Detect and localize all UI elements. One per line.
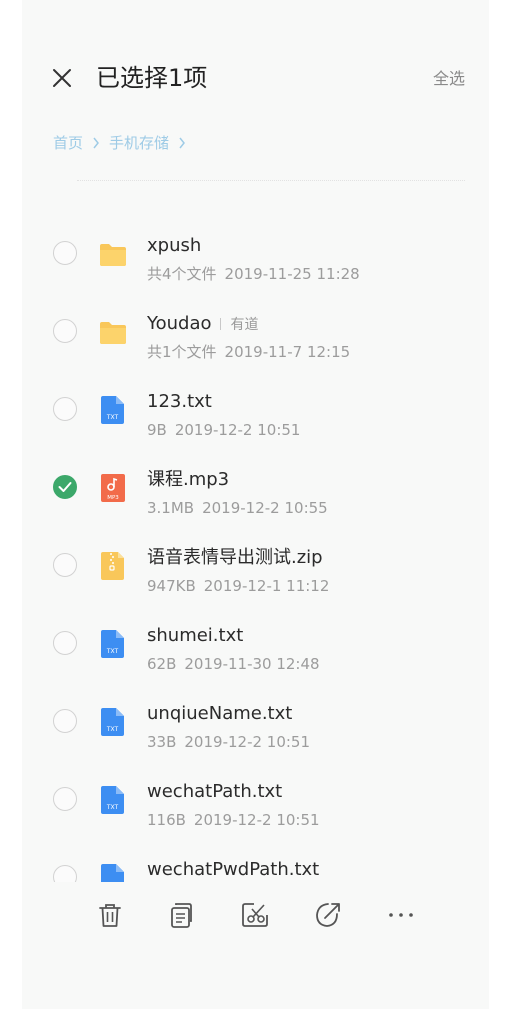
folder-icon	[100, 244, 126, 266]
file-date: 2019-12-2 10:55	[202, 499, 328, 517]
file-name: wechatPwdPath.txt	[147, 859, 320, 880]
file-meta: 3.1MB 2019-12-2 10:55	[147, 498, 328, 518]
file-size: 116B	[147, 811, 186, 829]
select-checkbox[interactable]	[53, 241, 77, 265]
share-icon	[316, 903, 340, 927]
file-manager-screen: 已选择1项 全选 首页 手机存储 xpush 共4个文件 2019-11-25 1…	[22, 0, 489, 1009]
list-item[interactable]: TXT wechatPath.txt 116B 2019-12-2 10:51	[22, 764, 489, 842]
txt-label: TXT	[106, 648, 119, 655]
file-size: 33B	[147, 733, 177, 751]
select-checkbox[interactable]	[53, 709, 77, 733]
txt-label: TXT	[106, 726, 119, 733]
divider	[77, 180, 465, 181]
file-date: 2019-12-2 10:51	[184, 733, 311, 751]
txt-file-icon: TXT	[101, 708, 124, 736]
file-name: 语音表情导出测试.zip	[147, 547, 323, 568]
list-item[interactable]: wechatPwdPath.txt	[22, 842, 489, 882]
close-button[interactable]	[50, 66, 74, 90]
file-size: 9B	[147, 421, 167, 439]
copy-icon	[171, 903, 192, 928]
checkmark-icon	[58, 482, 72, 492]
file-name: xpush	[147, 235, 202, 256]
file-size: 62B	[147, 655, 177, 673]
breadcrumb: 首页 手机存储	[53, 133, 195, 153]
list-item[interactable]: TXT shumei.txt 62B 2019-11-30 12:48	[22, 608, 489, 686]
select-checkbox-checked[interactable]	[53, 475, 77, 499]
page-title: 已选择1项	[96, 64, 208, 92]
file-date: 2019-11-7 12:15	[224, 343, 351, 361]
list-item[interactable]: xpush 共4个文件 2019-11-25 11:28	[22, 218, 489, 296]
file-list[interactable]: xpush 共4个文件 2019-11-25 11:28 Youdao 有道 共1个…	[22, 202, 489, 882]
more-button[interactable]	[386, 900, 416, 930]
file-date: 2019-11-30 12:48	[184, 655, 320, 673]
cut-icon	[242, 903, 268, 927]
tag-separator	[219, 318, 221, 330]
file-name: Youdao 有道	[147, 312, 259, 337]
file-date: 2019-12-1 11:12	[203, 577, 330, 595]
breadcrumb-home[interactable]: 首页	[53, 133, 83, 153]
list-item[interactable]: TXT 123.txt 9B 2019-12-2 10:51	[22, 374, 489, 452]
file-name: wechatPath.txt	[147, 781, 283, 802]
file-meta: 62B 2019-11-30 12:48	[147, 654, 320, 674]
select-checkbox[interactable]	[53, 397, 77, 421]
breadcrumb-phone-storage[interactable]: 手机存储	[109, 133, 169, 153]
select-all-button[interactable]: 全选	[433, 68, 465, 90]
file-meta: 33B 2019-12-2 10:51	[147, 732, 310, 752]
file-meta: 共1个文件 2019-11-7 12:15	[147, 342, 350, 362]
list-item[interactable]: TXT unqiueName.txt 33B 2019-12-2 10:51	[22, 686, 489, 764]
file-name: 123.txt	[147, 391, 212, 412]
file-date: 2019-11-25 11:28	[224, 265, 360, 283]
txt-file-icon: TXT	[101, 396, 124, 424]
copy-button[interactable]	[167, 900, 197, 930]
txt-file-icon: TXT	[101, 786, 124, 814]
file-meta: 947KB 2019-12-1 11:12	[147, 576, 329, 596]
file-size: 共4个文件	[147, 265, 217, 283]
txt-label: TXT	[106, 414, 119, 421]
file-size: 947KB	[147, 577, 196, 595]
mp3-label: MP3	[107, 495, 119, 501]
chevron-right-icon	[178, 137, 186, 149]
txt-file-icon: TXT	[101, 630, 124, 658]
file-name: 课程.mp3	[147, 469, 230, 490]
select-checkbox[interactable]	[53, 553, 77, 577]
trash-icon	[99, 904, 121, 927]
delete-button[interactable]	[95, 900, 125, 930]
zip-file-icon	[101, 552, 124, 580]
more-icon	[389, 913, 413, 917]
file-meta: 9B 2019-12-2 10:51	[147, 420, 300, 440]
select-checkbox[interactable]	[53, 787, 77, 811]
file-meta: 共4个文件 2019-11-25 11:28	[147, 264, 360, 284]
file-name-text: Youdao	[147, 313, 212, 334]
file-date: 2019-12-2 10:51	[193, 811, 320, 829]
txt-file-icon	[101, 864, 124, 882]
list-item[interactable]: 语音表情导出测试.zip 947KB 2019-12-1 11:12	[22, 530, 489, 608]
file-size: 3.1MB	[147, 499, 195, 517]
file-date: 2019-12-2 10:51	[174, 421, 301, 439]
file-name: shumei.txt	[147, 625, 244, 646]
file-meta: 116B 2019-12-2 10:51	[147, 810, 320, 830]
move-button[interactable]	[240, 900, 270, 930]
select-checkbox[interactable]	[53, 631, 77, 655]
select-checkbox[interactable]	[53, 865, 77, 882]
mp3-file-icon: MP3	[101, 474, 125, 502]
select-checkbox[interactable]	[53, 319, 77, 343]
list-item[interactable]: Youdao 有道 共1个文件 2019-11-7 12:15	[22, 296, 489, 374]
bottom-action-bar	[22, 885, 489, 945]
txt-label: TXT	[106, 804, 119, 811]
list-item[interactable]: MP3 课程.mp3 3.1MB 2019-12-2 10:55	[22, 452, 489, 530]
chevron-right-icon	[92, 137, 100, 149]
file-size: 共1个文件	[147, 343, 217, 361]
file-name: unqiueName.txt	[147, 703, 293, 724]
share-button[interactable]	[313, 900, 343, 930]
close-icon	[53, 69, 71, 87]
folder-tag: 有道	[230, 317, 259, 333]
folder-icon	[100, 322, 126, 344]
